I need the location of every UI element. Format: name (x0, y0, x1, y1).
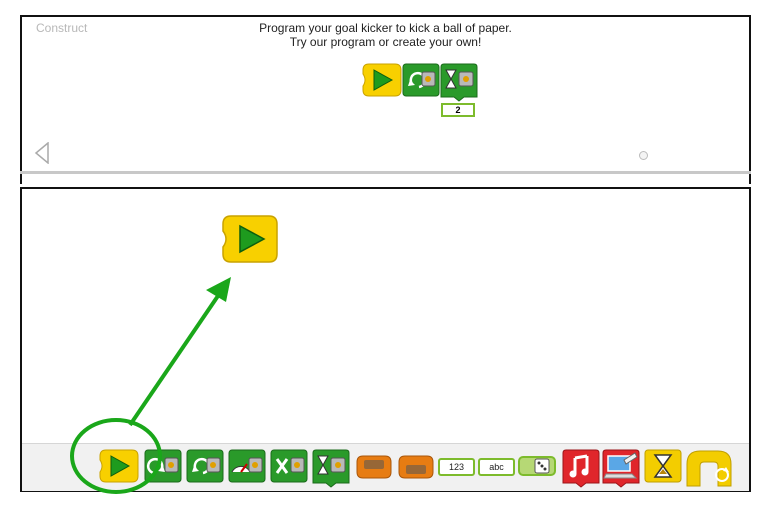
instruction-panel: Construct Program your goal kicker to ki… (20, 15, 751, 184)
palette-motor-turn-cw-block[interactable] (144, 448, 182, 484)
palette-motor-turn-ccw-block[interactable] (186, 448, 224, 484)
palette-text-input-block[interactable]: abc (478, 458, 515, 476)
example-start-block (362, 63, 402, 97)
palette-sound-block[interactable] (562, 448, 600, 488)
palette-wait-block[interactable] (644, 448, 682, 484)
placed-start-block[interactable] (221, 214, 279, 264)
palette-motor-off-block[interactable] (270, 448, 308, 484)
instruction-line-2: Try our program or create your own! (289, 35, 482, 49)
palette-motor-power-block[interactable] (228, 448, 266, 484)
example-wait-for-block (440, 63, 478, 102)
previous-page-icon[interactable] (34, 142, 50, 164)
palette-send-message-block[interactable] (354, 448, 394, 484)
instruction-line-1: Program your goal kicker to kick a ball … (259, 21, 512, 35)
example-motor-turn-ccw-block (402, 63, 440, 97)
wait-value-input[interactable]: 2 (441, 103, 475, 117)
palette-wait-for-block[interactable] (312, 448, 350, 488)
palette-repeat-block[interactable] (684, 448, 734, 488)
page-indicator-dot[interactable] (639, 151, 648, 160)
palette-display-block[interactable] (602, 448, 640, 488)
palette-number-input-block[interactable]: 123 (438, 458, 475, 476)
palette-random-block[interactable] (518, 448, 556, 484)
panel-divider (20, 171, 751, 174)
palette-receive-message-block[interactable] (396, 448, 436, 484)
palette-start-block[interactable] (98, 448, 140, 484)
